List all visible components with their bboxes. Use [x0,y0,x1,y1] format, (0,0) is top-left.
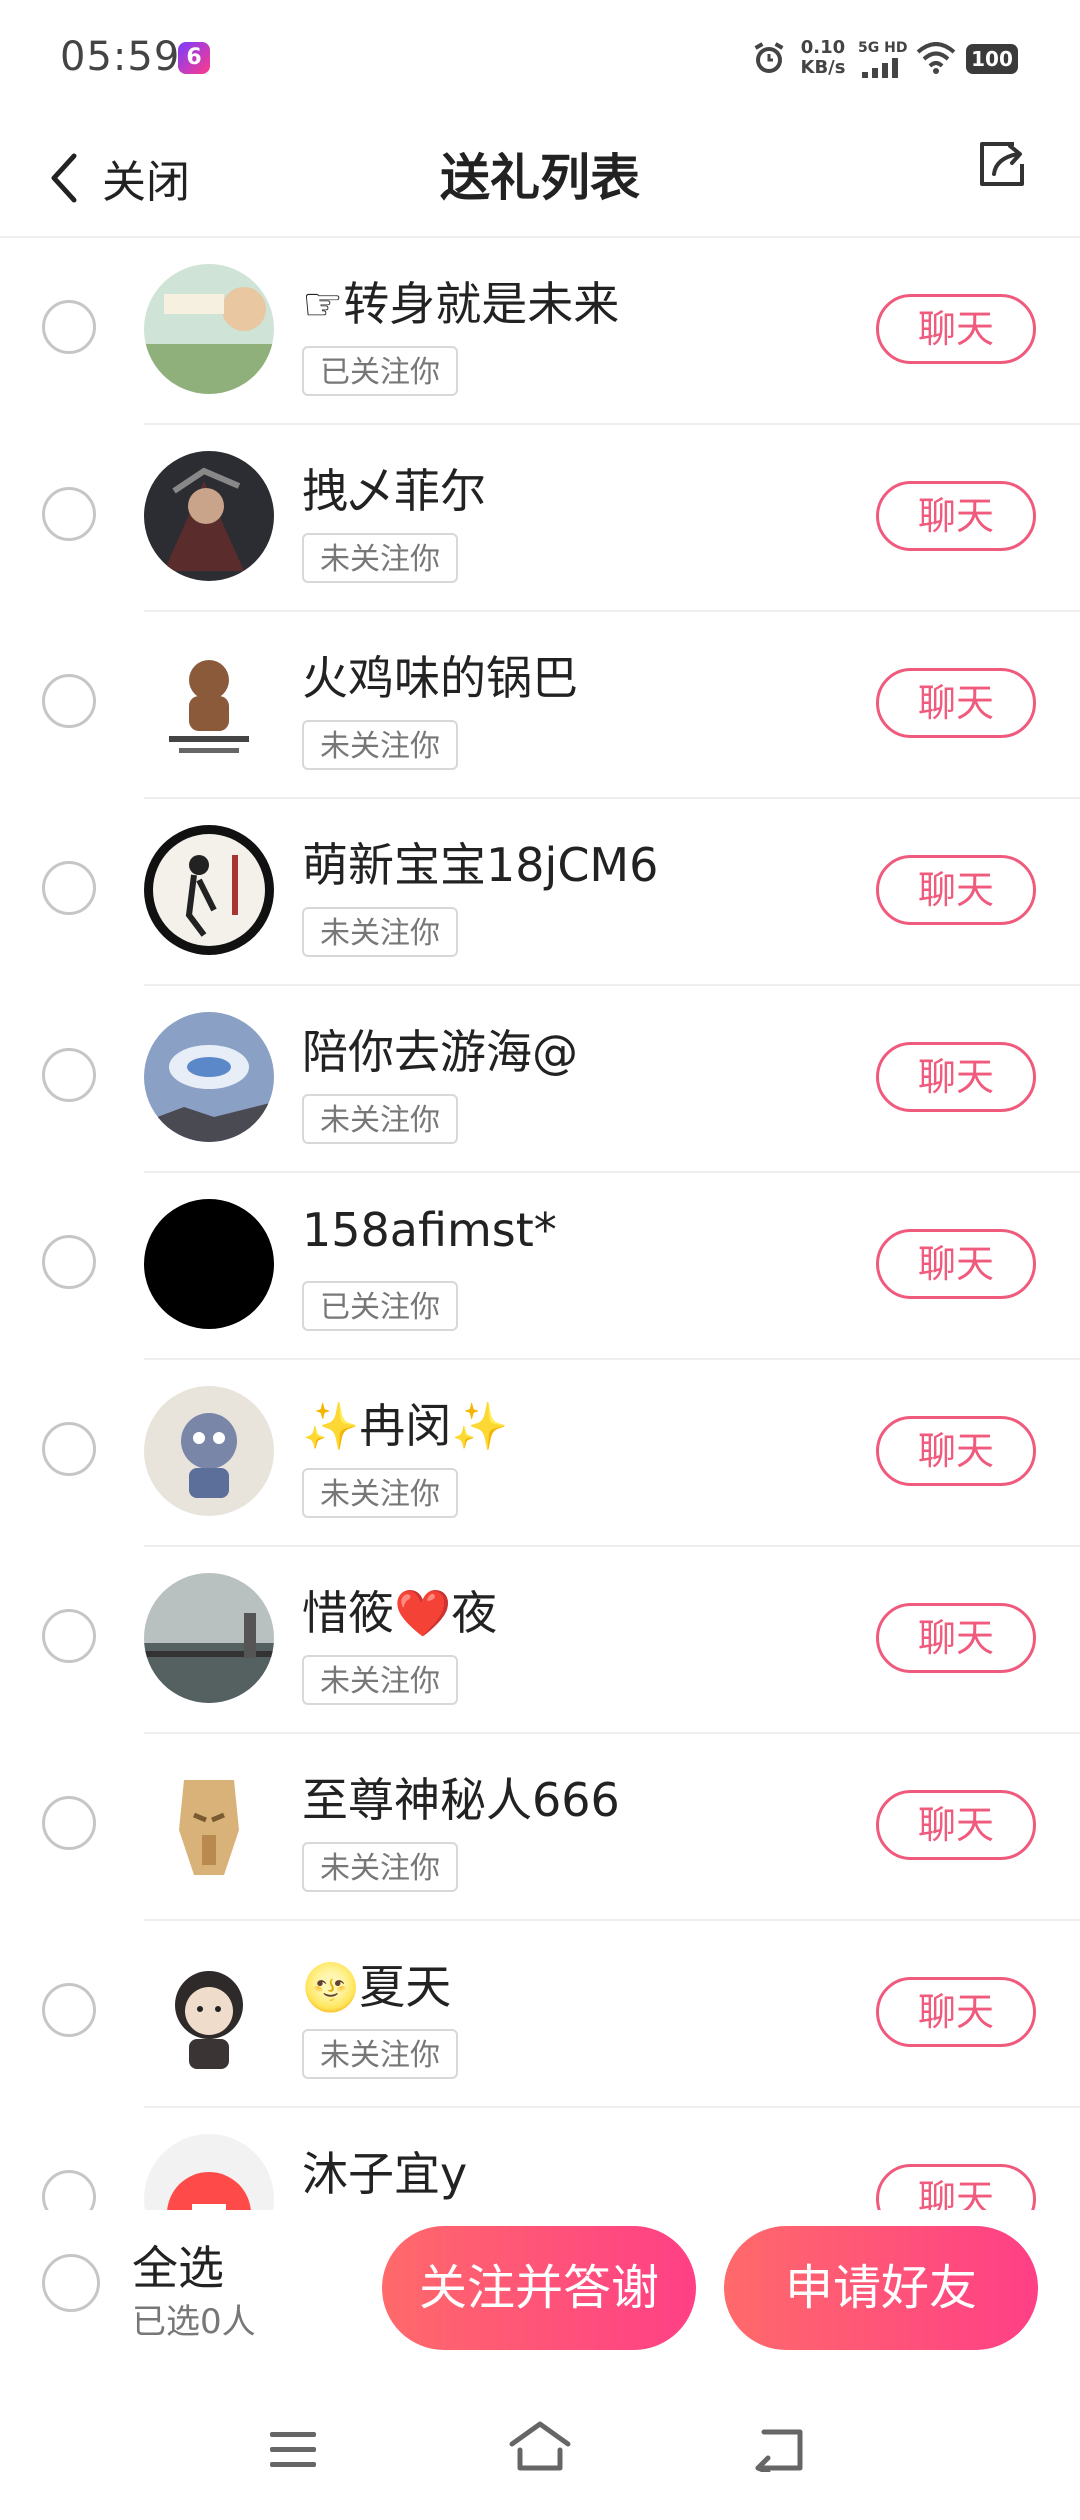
follow-status-badge: 已关注你 [302,346,458,396]
follow-status-badge: 未关注你 [302,1468,458,1518]
list-item[interactable]: ✨冉闵✨ 未关注你 聊天 [0,1360,1080,1547]
share-icon[interactable] [974,136,1030,192]
chat-button[interactable]: 聊天 [876,481,1036,551]
chat-button[interactable]: 聊天 [876,2164,1036,2210]
nickname: 陪你去游海@ [302,1025,578,1079]
select-radio[interactable] [42,300,96,354]
nickname: 158afimst* [302,1203,557,1257]
battery-icon: 100 [966,44,1018,74]
chat-button[interactable]: 聊天 [876,1603,1036,1673]
follow-status-badge: 已关注你 [302,1281,458,1331]
nickname: 至尊神秘人666 [302,1773,620,1827]
gift-sender-list[interactable]: ☞转身就是未来 已关注你 聊天 拽乄菲尔 未关注你 聊天 火鸡味的锅巴 未关注你… [0,238,1080,2210]
select-radio[interactable] [42,861,96,915]
avatar[interactable] [144,1386,274,1516]
menu-icon[interactable] [270,2430,316,2470]
network-speed-value: 0.10 [800,37,846,58]
select-radio[interactable] [42,1609,96,1663]
chat-button[interactable]: 聊天 [876,1229,1036,1299]
list-item[interactable]: 🌝夏天 未关注你 聊天 [0,1921,1080,2108]
avatar[interactable] [144,638,274,768]
select-radio[interactable] [42,2170,96,2210]
nickname: 沐子宜y [302,2147,468,2201]
avatar[interactable] [144,1947,274,2077]
list-item[interactable]: 沐子宜y 聊天 [0,2108,1080,2210]
avatar[interactable] [144,825,274,955]
chat-button[interactable]: 聊天 [876,1042,1036,1112]
nickname: 火鸡味的锅巴 [302,651,578,705]
avatar[interactable] [144,451,274,581]
selected-count: 已选0人 [132,2302,256,2342]
select-all-label[interactable]: 全选 [132,2232,224,2298]
follow-status-badge: 未关注你 [302,720,458,770]
nickname: 拽乄菲尔 [302,464,486,518]
list-item[interactable]: 火鸡味的锅巴 未关注你 聊天 [0,612,1080,799]
chat-button[interactable]: 聊天 [876,668,1036,738]
select-radio[interactable] [42,1048,96,1102]
nickname: ✨冉闵✨ [302,1399,509,1453]
wifi-icon [916,42,956,74]
select-radio[interactable] [42,674,96,728]
signal-label: 5G HD [858,40,908,56]
chat-button[interactable]: 聊天 [876,1416,1036,1486]
network-speed: 0.10 KB/s [796,38,850,78]
follow-status-badge: 未关注你 [302,2029,458,2079]
bottom-action-bar: 全选 已选0人 关注并答谢 申请好友 [0,2210,1080,2366]
select-radio[interactable] [42,487,96,541]
select-all-radio[interactable] [42,2254,100,2312]
select-radio[interactable] [42,1983,96,2037]
list-item[interactable]: 萌新宝宝18jCM6 未关注你 聊天 [0,799,1080,986]
home-icon[interactable] [508,2420,572,2472]
system-nav-bar [0,2380,1080,2520]
status-bar: 05:59 6 0.10 KB/s 5G HD 100 [0,0,1080,120]
select-radio[interactable] [42,1422,96,1476]
select-radio[interactable] [42,1796,96,1850]
alarm-icon [754,42,784,73]
follow-status-badge: 未关注你 [302,907,458,957]
list-item[interactable]: 惜筱❤️夜 未关注你 聊天 [0,1547,1080,1734]
list-item[interactable]: 拽乄菲尔 未关注你 聊天 [0,425,1080,612]
follow-status-badge: 未关注你 [302,1842,458,1892]
chat-button[interactable]: 聊天 [876,1977,1036,2047]
chat-button[interactable]: 聊天 [876,1790,1036,1860]
list-item[interactable]: 陪你去游海@ 未关注你 聊天 [0,986,1080,1173]
avatar[interactable] [144,2134,274,2210]
page-title: 送礼列表 [440,149,640,207]
header: 关闭 送礼列表 [0,120,1080,238]
avatar[interactable] [144,1760,274,1890]
avatar[interactable] [144,1573,274,1703]
network-speed-unit: KB/s [800,57,846,78]
follow-and-thank-button[interactable]: 关注并答谢 [382,2226,696,2350]
follow-status-badge: 未关注你 [302,1655,458,1705]
follow-status-badge: 未关注你 [302,533,458,583]
avatar[interactable] [144,1199,274,1329]
nickname: 🌝夏天 [302,1960,452,2014]
app-notification-icon: 6 [178,42,210,74]
back-icon[interactable] [752,2428,806,2472]
avatar[interactable] [144,264,274,394]
list-item[interactable]: 至尊神秘人666 未关注你 聊天 [0,1734,1080,1921]
list-item[interactable]: ☞转身就是未来 已关注你 聊天 [0,238,1080,425]
follow-status-badge: 未关注你 [302,1094,458,1144]
nickname: 惜筱❤️夜 [302,1586,498,1640]
avatar[interactable] [144,1012,274,1142]
list-item[interactable]: 158afimst* 已关注你 聊天 [0,1173,1080,1360]
nickname: ☞转身就是未来 [302,277,620,331]
status-time: 05:59 [60,34,181,80]
chat-button[interactable]: 聊天 [876,294,1036,364]
select-radio[interactable] [42,1235,96,1289]
add-friend-button[interactable]: 申请好友 [724,2226,1038,2350]
nickname: 萌新宝宝18jCM6 [302,838,659,892]
signal-icon [862,58,898,78]
chat-button[interactable]: 聊天 [876,855,1036,925]
